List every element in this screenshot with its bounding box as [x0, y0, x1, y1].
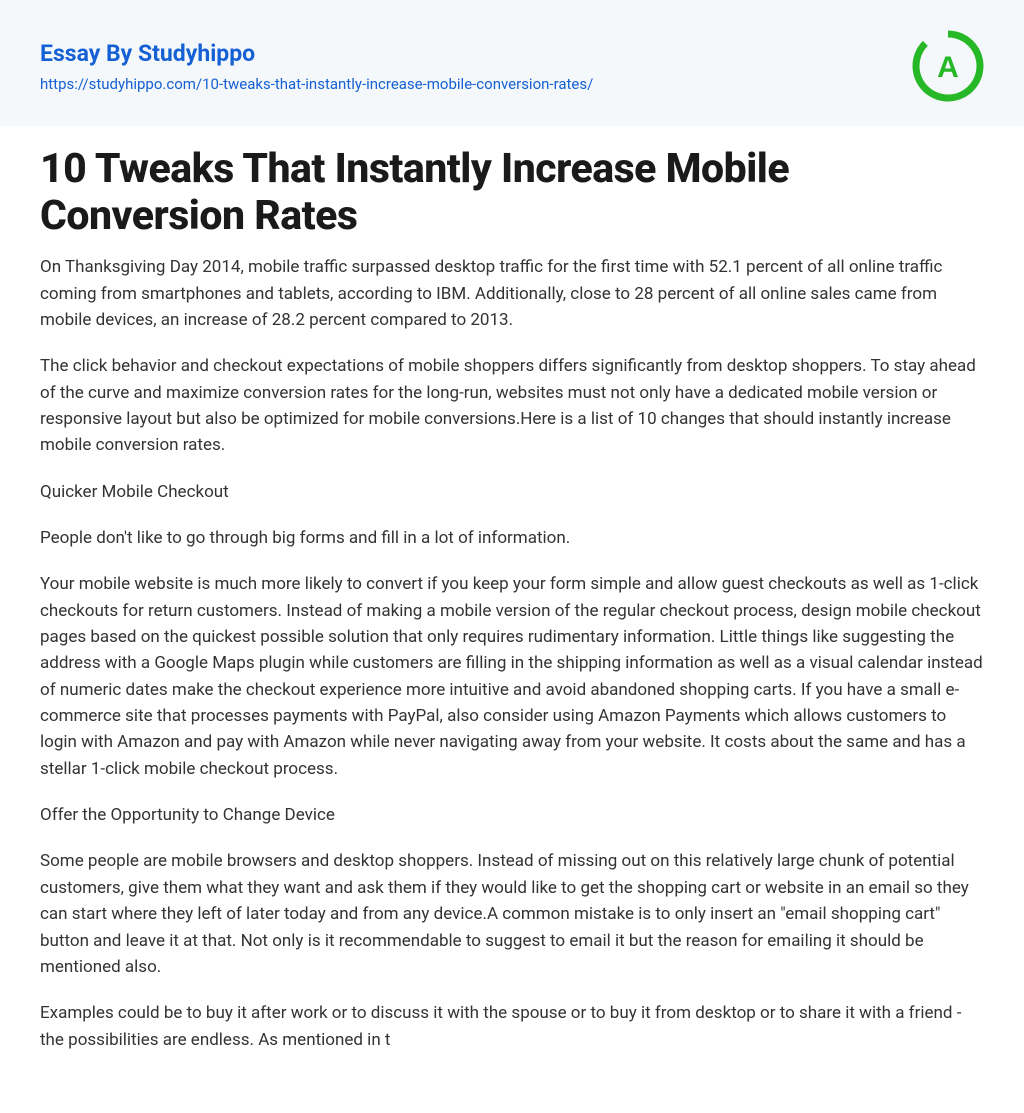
- paragraph-intro-1: On Thanksgiving Day 2014, mobile traffic…: [40, 254, 984, 333]
- header-left: Essay By Studyhippo https://studyhippo.c…: [40, 40, 593, 93]
- brand-logo: A: [912, 30, 984, 102]
- section-heading-device: Offer the Opportunity to Change Device: [40, 802, 984, 828]
- paragraph-device-2: Examples could be to buy it after work o…: [40, 1000, 984, 1053]
- paragraph-checkout-1: People don't like to go through big form…: [40, 525, 984, 551]
- paragraph-intro-2: The click behavior and checkout expectat…: [40, 353, 984, 458]
- site-title: Essay By Studyhippo: [40, 40, 593, 67]
- article-content: 10 Tweaks That Instantly Increase Mobile…: [0, 126, 1024, 1113]
- article-title: 10 Tweaks That Instantly Increase Mobile…: [40, 146, 984, 240]
- paragraph-checkout-2: Your mobile website is much more likely …: [40, 571, 984, 782]
- source-url-link[interactable]: https://studyhippo.com/10-tweaks-that-in…: [40, 75, 593, 93]
- section-heading-checkout: Quicker Mobile Checkout: [40, 479, 984, 505]
- logo-icon: A: [912, 30, 984, 102]
- paragraph-device-1: Some people are mobile browsers and desk…: [40, 848, 984, 980]
- logo-letter: A: [937, 51, 959, 84]
- page-header: Essay By Studyhippo https://studyhippo.c…: [0, 0, 1024, 126]
